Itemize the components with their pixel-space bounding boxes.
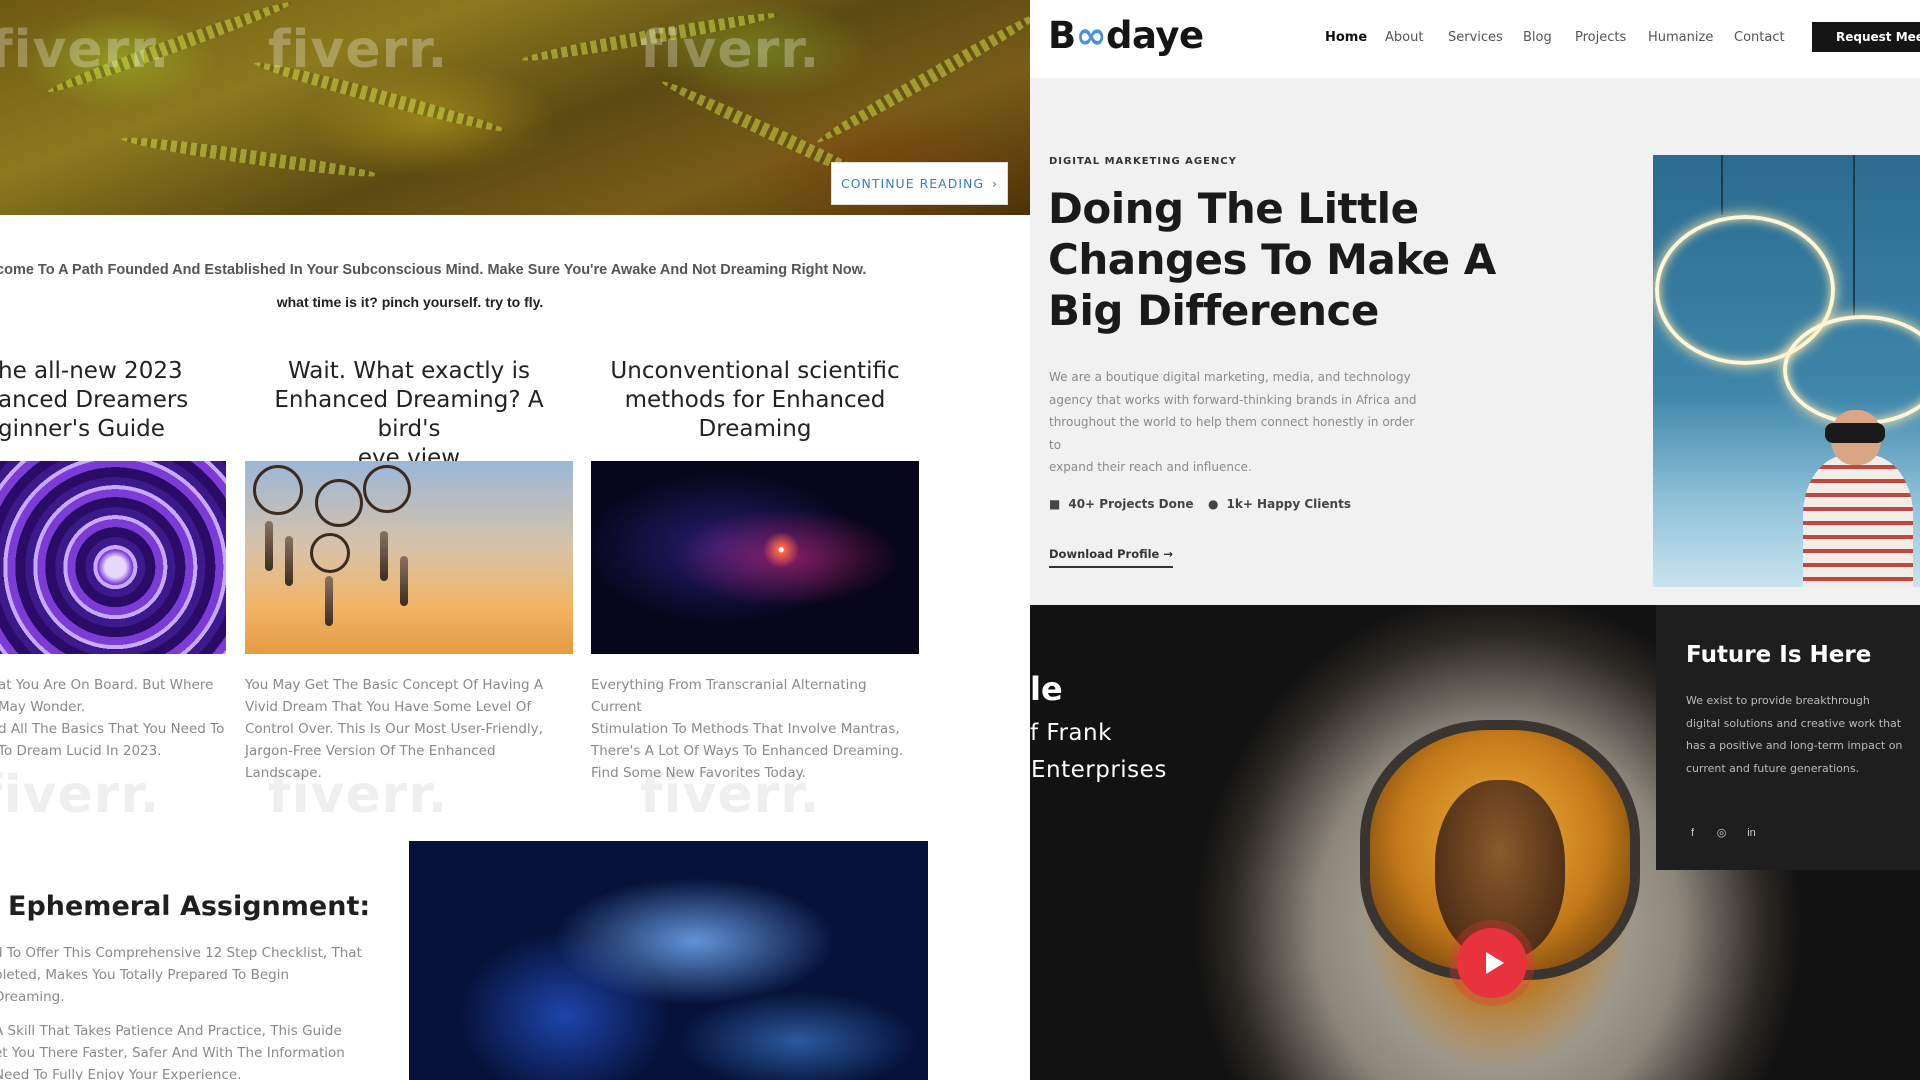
dreamcatcher-image[interactable]: [245, 461, 573, 654]
post-title[interactable]: Wait. What exactly is Enhanced Dreaming?…: [244, 357, 574, 473]
vr-person-image: [1653, 155, 1920, 587]
stat-clients: ● 1k+ Happy Clients: [1208, 497, 1351, 511]
assignment-paragraph: d To Offer This Comprehensive 12 Step Ch…: [0, 945, 362, 1005]
future-card: Future Is Here We exist to provide break…: [1656, 605, 1920, 870]
eyebrow-label: DIGITAL MARKETING AGENCY: [1049, 156, 1237, 167]
nav-humanize[interactable]: Humanize: [1648, 30, 1713, 45]
stat-projects: ■ 40+ Projects Done: [1049, 497, 1194, 511]
hero-headline: Doing The Little Changes To Make A Big D…: [1048, 184, 1496, 335]
video-title: le: [1030, 670, 1063, 708]
tagline: what time is it? pinch yourself. try to …: [276, 294, 544, 310]
user-icon: ●: [1208, 497, 1219, 511]
video-subtitle: Enterprises: [1031, 757, 1167, 783]
assignment-paragraph: A Skill That Takes Patience And Practice…: [0, 1023, 345, 1080]
nav-blog[interactable]: Blog: [1523, 30, 1552, 45]
galaxy-image[interactable]: [591, 461, 919, 654]
nav-home[interactable]: Home: [1325, 30, 1367, 45]
video-subtitle: f Frank: [1030, 720, 1112, 746]
brand-logo[interactable]: B∞daye: [1048, 14, 1204, 57]
watermark: fiverr.: [640, 765, 821, 825]
facebook-icon[interactable]: f: [1686, 827, 1699, 840]
nav-projects[interactable]: Projects: [1575, 30, 1626, 45]
nav-about[interactable]: About: [1385, 30, 1423, 45]
logo-text: B: [1048, 14, 1076, 57]
fern-hero-image: fiverr. fiverr. fiverr. CONTINUE READING…: [0, 0, 1030, 215]
instagram-icon[interactable]: ◎: [1715, 827, 1728, 840]
chevron-right-icon: ›: [992, 176, 999, 191]
stat-label: 1k+ Happy Clients: [1226, 497, 1351, 511]
future-title: Future Is Here: [1686, 642, 1872, 668]
watermark: fiverr.: [268, 20, 449, 80]
download-profile-link[interactable]: Download Profile →: [1049, 547, 1174, 568]
request-meeting-button[interactable]: Request Meeting: [1812, 22, 1920, 52]
watermark: fiverr.: [0, 765, 161, 825]
briefcase-icon: ■: [1049, 497, 1061, 511]
play-button[interactable]: [1457, 928, 1527, 998]
linkedin-icon[interactable]: in: [1745, 827, 1758, 840]
watermark: fiverr.: [268, 765, 449, 825]
watermark: fiverr.: [640, 20, 821, 80]
nav-contact[interactable]: Contact: [1734, 30, 1785, 45]
stat-label: 40+ Projects Done: [1068, 497, 1194, 511]
continue-reading-button[interactable]: CONTINUE READING ›: [831, 162, 1008, 205]
agency-panel: B∞daye Home About Services Blog Projects…: [1030, 0, 1920, 1080]
blog-panel: fiverr. fiverr. fiverr. CONTINUE READING…: [0, 0, 1030, 1080]
welcome-text: lcome To A Path Founded And Established …: [0, 262, 867, 278]
watermark: fiverr.: [0, 20, 171, 80]
post-title[interactable]: Unconventional scientific methods for En…: [590, 357, 920, 444]
continue-reading-label: CONTINUE READING: [840, 176, 985, 191]
play-icon: [1485, 952, 1504, 974]
nav-services[interactable]: Services: [1448, 30, 1503, 45]
swirl-image[interactable]: [0, 461, 226, 654]
assignment-heading: Ephemeral Assignment:: [8, 891, 371, 922]
site-header: B∞daye Home About Services Blog Projects…: [1030, 0, 1920, 78]
infinity-icon: ∞: [1075, 14, 1107, 57]
nebula-image: [409, 841, 928, 1080]
logo-text: daye: [1106, 14, 1204, 57]
future-text: We exist to provide breakthrough digital…: [1686, 694, 1903, 775]
hero-intro: We are a boutique digital marketing, med…: [1049, 370, 1417, 474]
